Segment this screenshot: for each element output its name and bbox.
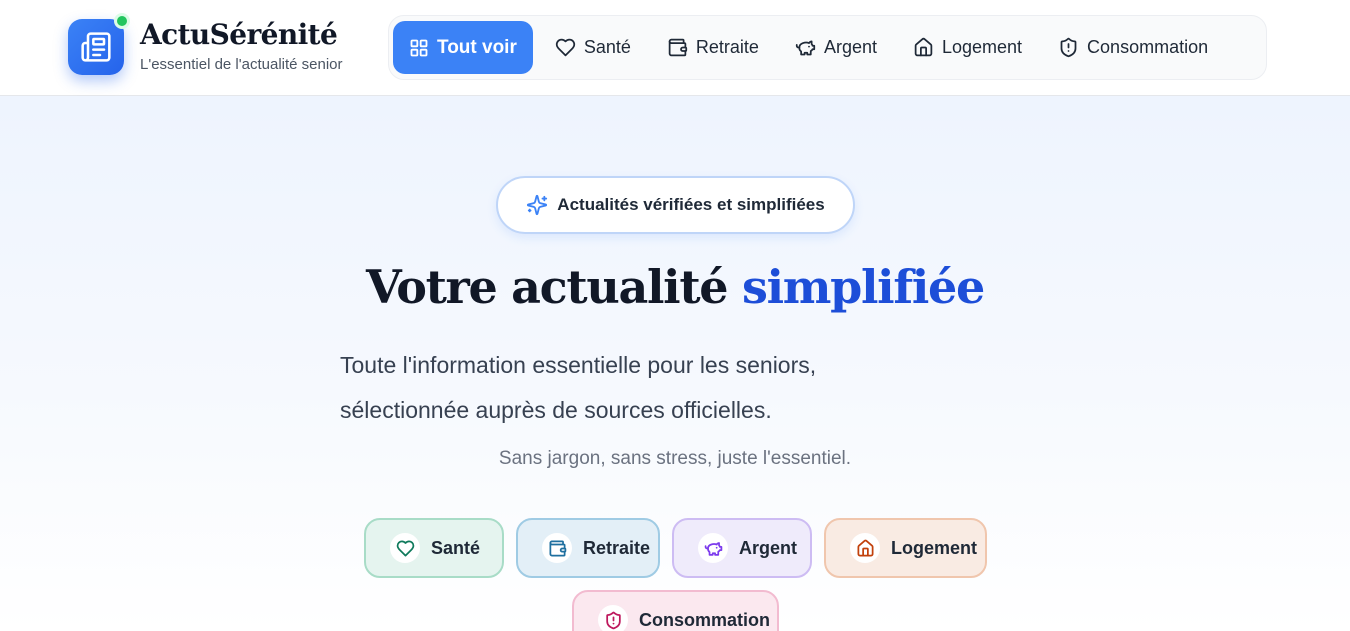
shield-icon (598, 605, 628, 631)
wallet-icon (542, 533, 572, 563)
house-icon (914, 37, 933, 57)
category-label: Argent (739, 537, 797, 558)
shield-icon (1060, 37, 1077, 58)
category-sante-button[interactable]: Santé (364, 518, 504, 578)
brand-name: ActuSérénité (140, 18, 338, 51)
nav-tout-voir[interactable]: Tout voir (393, 21, 533, 74)
hero-section: Actualités vérifiées et simplifiées Votr… (0, 96, 1350, 631)
piggy-bank-icon (795, 40, 816, 56)
category-logement-button[interactable]: Logement (824, 518, 987, 578)
nav-label: Argent (823, 37, 877, 57)
nav-logement[interactable]: Logement (895, 21, 1040, 74)
nav-label: Santé (583, 37, 631, 57)
nav-consommation[interactable]: Consommation (1040, 21, 1226, 74)
nav-retraite[interactable]: Retraite (649, 21, 777, 74)
category-retraite-button[interactable]: Retraite (516, 518, 660, 578)
badge-label: Actualités vérifiées et simplifiées (557, 195, 825, 214)
hero-lead: Toute l'information essentielle pour les… (340, 343, 980, 433)
heart-icon (555, 38, 575, 57)
page-title: Votre actualité simplifiée (0, 260, 1350, 314)
nav-argent[interactable]: Argent (777, 21, 895, 74)
hero-subtitle: Sans jargon, sans stress, juste l'essent… (498, 448, 852, 469)
online-status-dot (114, 13, 130, 29)
heart-icon (390, 533, 420, 563)
category-nav: Tout voir Santé Retraite Argent Logement… (388, 15, 1267, 80)
top-header: ActuSérénité L'essentiel de l'actualité … (0, 0, 1350, 96)
category-label: Consommation (639, 609, 771, 630)
piggy-bank-icon (698, 533, 728, 563)
title-main: Votre actualité (366, 260, 729, 314)
sparkles-icon (527, 194, 548, 216)
brand-tagline: L'essentiel de l'actualité senior (140, 56, 343, 73)
nav-sante[interactable]: Santé (537, 21, 649, 74)
grid-icon (410, 39, 428, 56)
nav-label: Retraite (695, 37, 759, 57)
nav-label: Consommation (1087, 37, 1209, 57)
nav-label: Tout voir (437, 36, 517, 58)
verified-badge: Actualités vérifiées et simplifiées (496, 176, 855, 234)
lead-line-2: sélectionnée auprès de sources officiell… (340, 397, 772, 423)
title-highlight: simplifiée (741, 260, 985, 314)
category-label: Santé (431, 537, 481, 558)
lead-line-1: Toute l'information essentielle pour les… (340, 352, 817, 378)
nav-label: Logement (941, 37, 1023, 57)
category-argent-button[interactable]: Argent (672, 518, 812, 578)
category-label: Retraite (583, 537, 651, 558)
category-label: Logement (891, 537, 978, 558)
newspaper-logo-icon (68, 13, 130, 75)
wallet-icon (668, 38, 688, 57)
brand[interactable]: ActuSérénité L'essentiel de l'actualité … (68, 13, 343, 75)
house-icon (850, 533, 880, 563)
category-consommation-button[interactable]: Consommation (572, 590, 779, 631)
